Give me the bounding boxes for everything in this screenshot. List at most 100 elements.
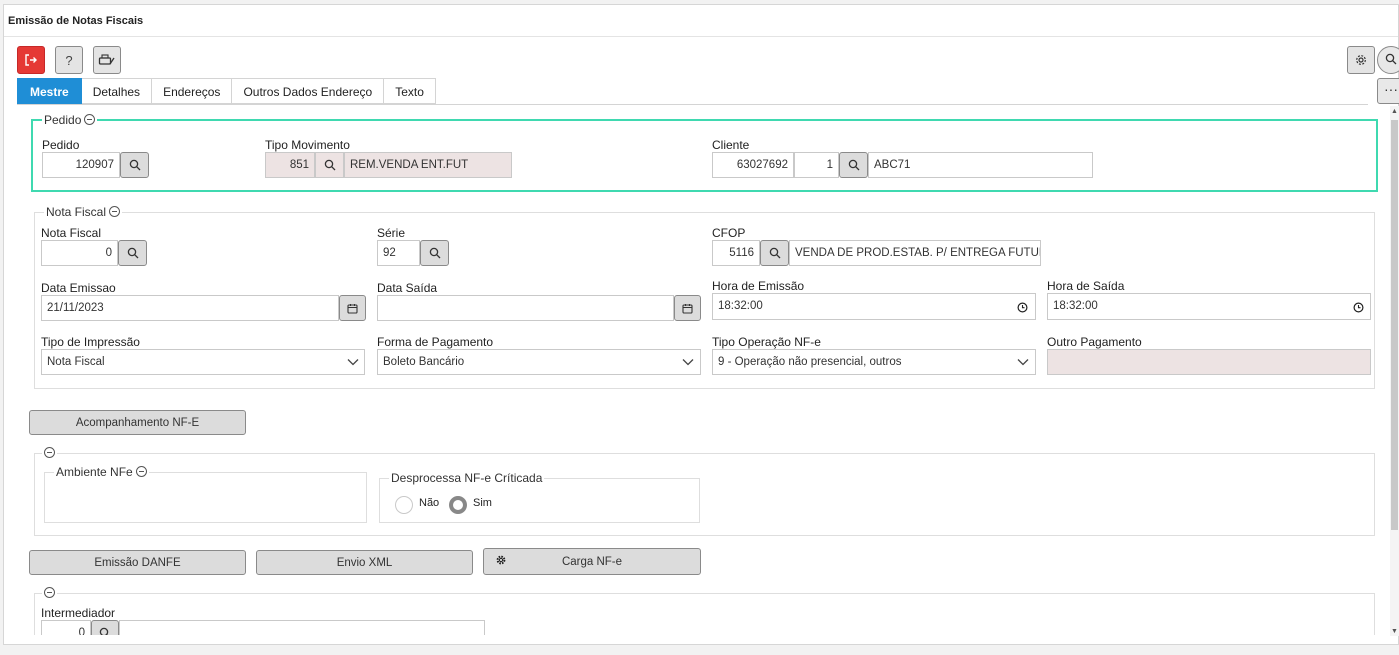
nota-fiscal-input[interactable]: 0 [41, 240, 118, 266]
tipo-movimento-search-button[interactable] [315, 152, 344, 178]
forma-pagamento-label: Forma de Pagamento [377, 335, 494, 349]
global-search-button[interactable] [1377, 46, 1399, 74]
tipo-impressao-select[interactable]: Nota Fiscal [41, 349, 365, 375]
window-title: Emissão de Notas Fiscais [8, 15, 144, 27]
nota-fiscal-search-button[interactable] [118, 240, 147, 266]
serie-label: Série [377, 226, 406, 240]
tipo-impressao-label: Tipo de Impressão [41, 335, 140, 349]
tab-outros-dados-endereco[interactable]: Outros Dados Endereço [232, 78, 385, 104]
hora-emissao-label: Hora de Emissão [712, 279, 805, 293]
gear-icon [1355, 54, 1367, 66]
tab-texto[interactable]: Texto [384, 78, 436, 104]
main-window: Emissão de Notas Fiscais ? ··· Mestre De… [3, 4, 1399, 645]
chevron-down-icon [680, 354, 696, 370]
cfop-search-button[interactable] [760, 240, 789, 266]
serie-search-button[interactable] [420, 240, 449, 266]
search-icon [127, 247, 138, 259]
pedido-legend: Pedido [44, 113, 82, 127]
nota-fiscal-legend: Nota Fiscal [46, 205, 107, 219]
scroll-up-icon[interactable]: ▲ [1391, 108, 1398, 115]
emissao-danfe-button[interactable]: Emissão DANFE [29, 550, 246, 575]
data-emissao-input[interactable]: 21/11/2023 [41, 295, 339, 321]
search-icon [769, 247, 780, 259]
intermediador-code-input[interactable]: 0 [41, 620, 91, 635]
cfop-label: CFOP [712, 226, 746, 240]
search-icon [848, 159, 859, 171]
radio-nao-label: Não [419, 497, 440, 509]
tab-enderecos[interactable]: Endereços [152, 78, 233, 104]
envio-xml-button[interactable]: Envio XML [256, 550, 473, 575]
more-options-button[interactable]: ··· [1377, 78, 1399, 104]
serie-input[interactable]: 92 [377, 240, 420, 266]
outro-pagamento-input [1047, 349, 1371, 375]
cliente-label: Cliente [712, 138, 750, 152]
print-button[interactable] [93, 46, 121, 74]
search-icon [99, 627, 109, 635]
pedido-search-button[interactable] [120, 152, 149, 178]
data-saida-label: Data Saída [377, 281, 438, 295]
nota-fiscal-label: Nota Fiscal [41, 226, 102, 240]
chevron-down-icon [345, 354, 361, 370]
cfop-code-input[interactable]: 5116 [712, 240, 760, 266]
cliente-seq-input[interactable]: 1 [794, 152, 839, 178]
collapse-icon[interactable] [135, 466, 147, 477]
calendar-icon [682, 303, 693, 314]
tab-detalhes[interactable]: Detalhes [81, 78, 153, 104]
hora-saida-label: Hora de Saída [1047, 279, 1125, 293]
title-separator [4, 36, 1398, 37]
vertical-scrollbar[interactable]: ▲ ▼ [1390, 106, 1399, 636]
tab-mestre[interactable]: Mestre [17, 78, 82, 104]
data-emissao-calendar-button[interactable] [339, 295, 366, 321]
cliente-search-button[interactable] [839, 152, 868, 178]
radio-sim-label: Sim [473, 497, 492, 509]
scroll-down-icon[interactable]: ▼ [1391, 628, 1398, 635]
search-icon [1385, 53, 1397, 68]
hora-emissao-input[interactable]: 18:32:00 [712, 293, 1036, 320]
help-icon: ? [65, 52, 73, 68]
cliente-name-input[interactable]: ABC71 [868, 152, 1093, 178]
carga-nfe-button[interactable]: Carga NF-e [483, 548, 701, 575]
clock-icon[interactable] [1014, 299, 1030, 315]
tipo-operacao-select[interactable]: 9 - Operação não presencial, outros [712, 349, 1036, 375]
pedido-fieldset: Pedido [31, 113, 1378, 192]
forma-pagamento-select[interactable]: Boleto Bancário [377, 349, 701, 375]
cliente-code-input[interactable]: 63027692 [712, 152, 794, 178]
collapse-icon[interactable] [84, 114, 96, 125]
exit-icon [24, 53, 38, 67]
cfop-desc-input[interactable]: VENDA DE PROD.ESTAB. P/ ENTREGA FUTURA [789, 240, 1041, 266]
intermediador-search-button[interactable] [91, 620, 119, 635]
radio-sim[interactable] [449, 496, 467, 514]
carga-nfe-label: Carga NF-e [561, 555, 623, 568]
data-saida-calendar-button[interactable] [674, 295, 701, 321]
hora-saida-input[interactable]: 18:32:00 [1047, 293, 1371, 320]
pedido-input[interactable]: 120907 [42, 152, 120, 178]
search-icon [129, 159, 140, 171]
search-icon [429, 247, 440, 259]
tipo-operacao-label: Tipo Operação NF-e [712, 335, 821, 349]
collapse-icon[interactable] [109, 206, 121, 217]
ambiente-nfe-legend: Ambiente NFe [56, 465, 133, 479]
ambiente-nfe-fieldset: Ambiente NFe [44, 465, 367, 523]
exit-button[interactable] [17, 46, 45, 74]
desprocessa-legend: Desprocessa NF-e Críticada [391, 471, 543, 485]
clock-icon[interactable] [1350, 299, 1366, 315]
settings-button[interactable] [1347, 46, 1375, 74]
pedido-label: Pedido [42, 138, 80, 152]
print-icon [98, 53, 116, 67]
intermediador-name-input[interactable] [119, 620, 485, 635]
collapse-icon[interactable] [44, 447, 55, 458]
scrollbar-thumb[interactable] [1391, 120, 1398, 530]
radio-nao[interactable] [395, 496, 413, 514]
tipo-movimento-label: Tipo Movimento [265, 138, 350, 152]
intermediador-label: Intermediador [41, 606, 116, 620]
tipo-movimento-desc: REM.VENDA ENT.FUT [344, 152, 512, 178]
tab-content: Pedido Pedido 120907 Tipo Movimento 851 … [17, 105, 1388, 635]
help-button[interactable]: ? [55, 46, 83, 74]
data-saida-input[interactable] [377, 295, 674, 321]
tipo-movimento-code: 851 [265, 152, 315, 178]
calendar-icon [347, 303, 358, 314]
data-emissao-label: Data Emissao [41, 281, 116, 295]
acompanhamento-nfe-button[interactable]: Acompanhamento NF-E [29, 410, 246, 435]
collapse-icon[interactable] [44, 587, 55, 598]
gear-icon [496, 555, 506, 568]
